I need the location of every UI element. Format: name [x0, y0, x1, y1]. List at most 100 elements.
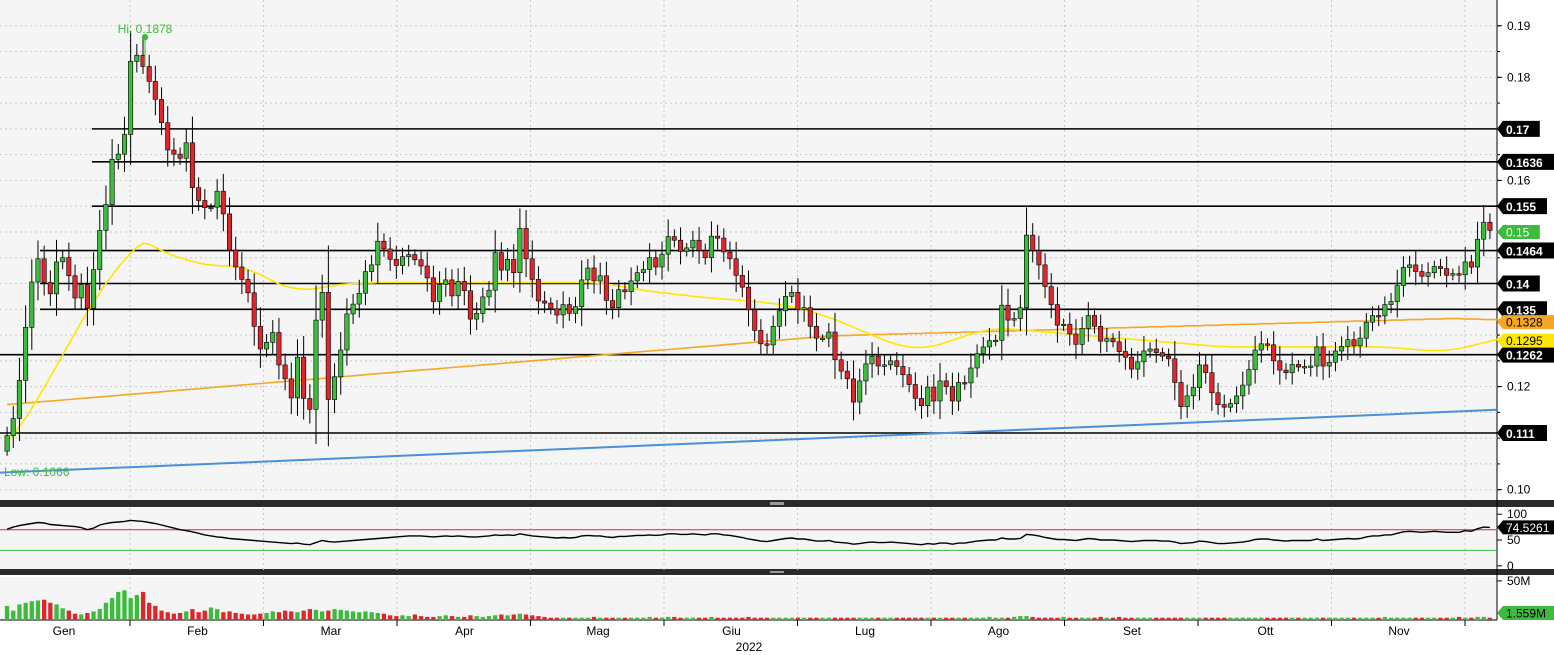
candle-down [159, 99, 165, 124]
volume-bar [826, 617, 831, 620]
volume-bar [1432, 617, 1437, 620]
candle-down [424, 265, 430, 279]
volume-bar [1296, 617, 1301, 620]
volume-bar [721, 617, 726, 620]
candle-down [1468, 261, 1474, 268]
volume-bar [1123, 617, 1128, 620]
candle-down [949, 386, 955, 402]
volume-bar [338, 609, 343, 620]
chart-canvas: Hi: 0.1878 Low: 0.1066 100 50 0 74.5261 50M 1… [0, 0, 1554, 655]
volume-bar [783, 617, 788, 620]
volume-bar [1160, 617, 1165, 620]
candle-down [165, 122, 171, 151]
candle-down [1351, 339, 1357, 347]
volume-bar [1407, 617, 1412, 620]
candle-up [375, 240, 381, 266]
volume-bar [1215, 617, 1221, 620]
candle-down [196, 187, 202, 201]
candle-up [1147, 348, 1153, 352]
panel-resize-grip[interactable] [770, 502, 784, 505]
candle-up [881, 364, 887, 367]
candle-up [974, 353, 980, 369]
volume-bar [252, 614, 257, 620]
volume-bar [1073, 617, 1079, 620]
volume-bar [950, 617, 955, 620]
candle-down [288, 378, 294, 399]
chart-window: Hi: 0.1878 Low: 0.1066 100 50 0 74.5261 50M 1… [0, 0, 1554, 655]
volume-bar [1049, 617, 1054, 620]
volume-bar [239, 613, 244, 620]
volume-bar [394, 616, 399, 620]
volume-bar [208, 607, 214, 620]
candle-up [492, 252, 498, 291]
candle-up [585, 267, 591, 281]
hi-label: Hi: 0.1878 [118, 22, 173, 36]
candle-down [301, 356, 307, 399]
candle-down [603, 275, 609, 301]
volume-bar [1339, 617, 1344, 620]
volume-bar [1395, 617, 1400, 620]
candle-up [103, 204, 109, 231]
volume-bar [1061, 616, 1066, 620]
volume-bar [400, 615, 405, 620]
volume-bar [258, 613, 263, 620]
candle-down [257, 325, 263, 350]
candle-down [251, 292, 257, 327]
volume-bar [388, 615, 393, 620]
candle-down [591, 267, 597, 282]
candle-up [999, 304, 1005, 341]
candle-up [1184, 395, 1190, 407]
panel-resize-grip[interactable] [770, 571, 784, 573]
volume-bar [350, 611, 356, 620]
candle-down [430, 277, 436, 302]
volume-bar [1024, 616, 1029, 620]
x-tick-label: Giu [722, 624, 741, 638]
volume-bar [925, 617, 930, 620]
volume-bar [326, 610, 331, 620]
candle-up [1314, 346, 1320, 367]
candle-up [1024, 234, 1030, 309]
volume-bar [332, 609, 337, 620]
volume-bar [357, 612, 362, 620]
volume-bar [1055, 617, 1060, 620]
candle-up [968, 367, 974, 384]
candle-up [35, 258, 41, 283]
volume-bar [672, 616, 677, 620]
x-tick-label: Ott [1257, 624, 1274, 638]
candle-down [1456, 273, 1462, 276]
volume-bar [1172, 617, 1177, 620]
candle-up [640, 269, 646, 274]
candle-up [78, 284, 84, 299]
candle-up [937, 380, 943, 402]
volume-bar [554, 617, 560, 620]
candle-up [331, 376, 337, 400]
volume-bar [882, 617, 887, 620]
candle-down [1067, 323, 1073, 335]
candle-up [1382, 304, 1388, 317]
volume-bar [604, 617, 609, 620]
volume-bar [283, 610, 288, 620]
volume-bar [1209, 617, 1214, 620]
candle-up [1481, 221, 1487, 240]
candle-up [1061, 323, 1067, 327]
volume-bar [1080, 617, 1085, 620]
candle-up [955, 382, 961, 402]
volume-bar [1178, 617, 1184, 620]
volume-bar [85, 613, 90, 620]
volume-bar [221, 612, 226, 620]
candle-down [1283, 369, 1289, 374]
candle-down [733, 258, 739, 276]
candle-up [1394, 285, 1400, 302]
volume-bar [764, 617, 770, 620]
volume-bar [1203, 617, 1208, 620]
candle-down [1178, 382, 1184, 408]
volume-bar [1345, 617, 1350, 620]
volume-bar [233, 613, 238, 620]
volume-bar [981, 617, 986, 620]
candle-down [566, 304, 572, 314]
low-label: Low: 0.1066 [4, 465, 70, 479]
x-tick-label: Ago [988, 624, 1010, 638]
volume-bar [1426, 617, 1431, 620]
candle-up [29, 281, 35, 328]
volume-bar [122, 590, 127, 620]
